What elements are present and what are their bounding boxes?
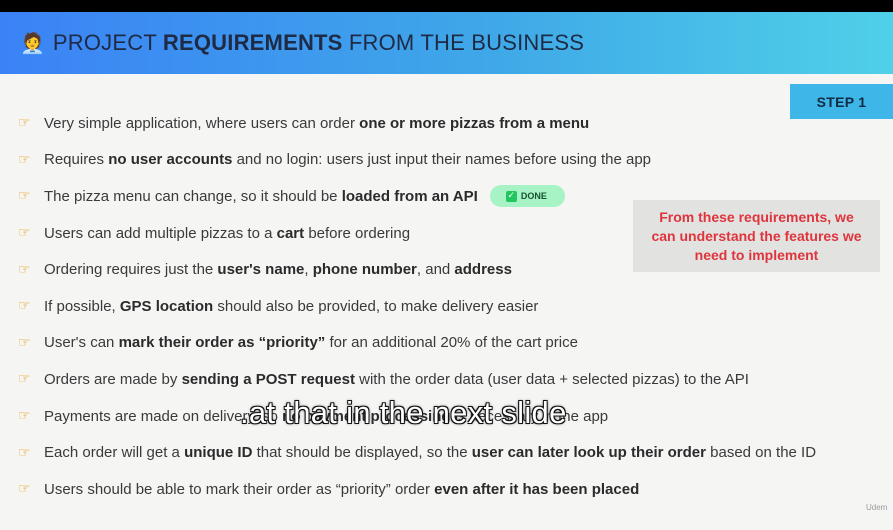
pointing-hand-icon: ☞ [18,371,31,388]
pointing-hand-icon: ☞ [18,481,31,498]
requirement-item: ☞ Very simple application, where users ca… [18,105,888,142]
watermark: Udem [866,503,888,512]
requirement-emphasis: no user accounts [108,151,233,169]
requirement-text: Very simple application, where users can… [44,115,589,132]
checkmark-icon: ✓ [505,190,517,202]
title-part: PROJECT [52,30,163,55]
requirement-segment: Ordering requires just the [44,261,218,279]
requirement-item: ☞ If possible, GPS location should also b… [18,288,888,325]
slide-title: PROJECT REQUIREMENTS FROM THE BUSINESS [53,30,584,56]
requirement-text: Requires no user accounts and no login: … [44,151,651,168]
pointing-hand-icon: ☞ [18,261,31,278]
requirement-segment: should also be provided, to make deliver… [213,297,539,315]
requirement-segment: with the order data (user data + selecte… [354,370,749,388]
requirement-emphasis: even after it has been placed [434,480,640,498]
requirement-segment: , and [416,261,455,279]
requirement-segment: based on the ID [705,444,817,462]
requirement-segment: Requires [44,151,109,169]
requirement-segment: before ordering [304,224,411,242]
subtitle-caption: .at that in the next slide [240,395,567,430]
requirement-emphasis: GPS location [119,297,214,315]
title-part: FROM THE BUSINESS [342,30,585,55]
pointing-hand-icon: ☞ [18,115,31,132]
requirement-segment: , [304,261,313,279]
requirement-segment: for an additional 20% of the cart price [325,334,578,352]
done-badge: ✓ DONE [489,185,565,208]
requirement-text: Users should be able to mark their order… [44,481,639,498]
requirement-text: Orders are made by sending a POST reques… [44,371,749,388]
requirement-emphasis: phone number [312,261,417,279]
requirements-list: ☞ Very simple application, where users ca… [18,105,888,508]
requirement-text: Each order will get a unique ID that sho… [44,444,816,461]
pointing-hand-icon: ☞ [18,444,31,461]
note-box: From these requirements, we can understa… [633,200,880,272]
pointing-hand-icon: ☞ [18,151,31,168]
pointing-hand-icon: ☞ [18,298,31,315]
requirement-segment: Very simple application, where users can… [44,114,360,132]
requirement-item: ☞ Each order will get a unique ID that sh… [18,434,888,471]
title-bold-part: REQUIREMENTS [162,30,343,55]
requirement-emphasis: user can later look up their order [471,444,706,462]
requirement-text: If possible, GPS location should also be… [44,298,538,315]
slide: 🧑‍💼 PROJECT REQUIREMENTS FROM THE BUSINE… [0,12,893,530]
pointing-hand-icon: ☞ [18,334,31,351]
requirement-segment: Orders are made by [44,370,182,388]
businessperson-icon: 🧑‍💼 [20,31,45,55]
slide-header: 🧑‍💼 PROJECT REQUIREMENTS FROM THE BUSINE… [0,12,893,74]
requirement-emphasis: address [454,261,512,279]
requirement-emphasis: user's name [217,261,305,279]
requirement-item: ☞ User's can mark their order as “priorit… [18,325,888,362]
requirement-segment: The pizza menu can change, so it should … [44,187,342,205]
pointing-hand-icon: ☞ [18,225,31,242]
requirement-segment: that should be displayed, so the [252,444,472,462]
requirement-segment: and no login: users just input their nam… [232,151,652,169]
requirement-text: Users can add multiple pizzas to a cart … [44,225,410,242]
requirement-segment: If possible, [44,297,120,315]
requirement-emphasis: cart [276,224,305,242]
pointing-hand-icon: ☞ [18,188,31,205]
requirement-segment: Each order will get a [44,444,185,462]
requirement-text: User's can mark their order as “priority… [44,334,578,351]
requirement-segment: Users can add multiple pizzas to a [44,224,277,242]
requirement-emphasis: unique ID [184,444,253,462]
requirement-item: ☞ Users should be able to mark their orde… [18,471,888,508]
pointing-hand-icon: ☞ [18,408,31,425]
requirement-emphasis: one or more pizzas from a menu [359,114,590,132]
requirement-item: ☞ Requires no user accounts and no login:… [18,142,888,179]
done-label: DONE [520,191,547,202]
requirement-emphasis: sending a POST request [181,370,355,388]
requirement-emphasis: loaded from an API [341,187,478,205]
requirement-item: ☞ Orders are made by sending a POST reque… [18,361,888,398]
requirement-emphasis: mark their order as “priority” [118,334,326,352]
requirement-text: Ordering requires just the user's name , … [44,261,512,278]
requirement-segment: Users should be able to mark their order… [44,480,435,498]
requirement-text: The pizza menu can change, so it should … [44,188,478,205]
requirement-segment: User's can [44,334,119,352]
